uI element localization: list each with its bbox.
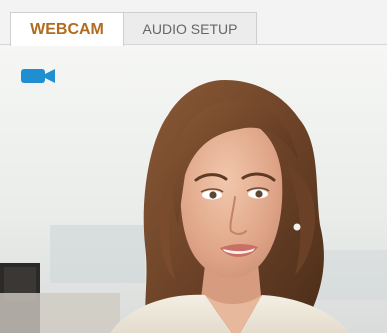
webcam-video-feed bbox=[0, 45, 387, 333]
tab-audio-setup[interactable]: AUDIO SETUP bbox=[124, 12, 257, 44]
tab-webcam[interactable]: WEBCAM bbox=[10, 12, 124, 46]
webcam-preview bbox=[0, 45, 387, 333]
tab-bar: WEBCAM AUDIO SETUP bbox=[0, 0, 387, 46]
video-camera-icon bbox=[21, 69, 55, 83]
